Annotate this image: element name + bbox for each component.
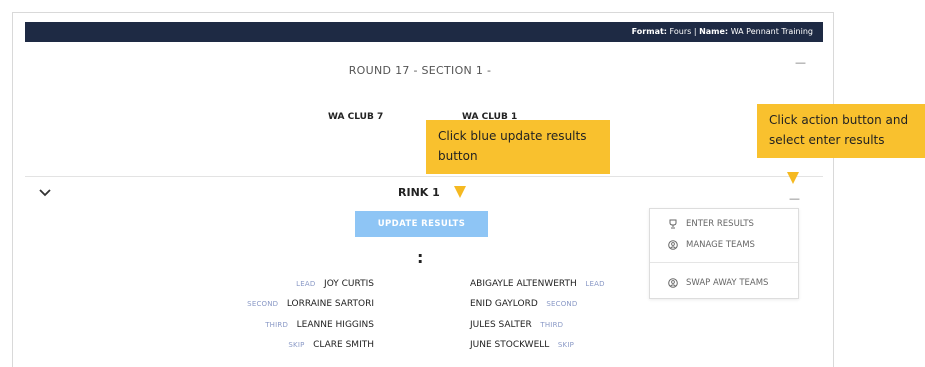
position-label: SKIP: [557, 341, 575, 349]
chevron-down-icon[interactable]: [38, 188, 52, 198]
format-label: Format:: [631, 27, 667, 36]
position-label: THIRD: [540, 321, 564, 329]
home-player-row: SECOND LORRAINE SARTORI: [247, 299, 374, 309]
user-circle-icon: [668, 278, 678, 288]
home-club-name: WA CLUB 7: [328, 112, 384, 122]
header-separator: |: [691, 27, 700, 36]
round-collapse-toggle[interactable]: —: [795, 56, 806, 69]
update-results-tooltip: Click blue update results button: [426, 120, 610, 174]
name-label: Name:: [699, 27, 729, 36]
player-name: JUNE STOCKWELL: [470, 340, 550, 350]
position-label: LEAD: [585, 280, 605, 288]
menu-item-label: SWAP AWAY TEAMS: [686, 278, 769, 288]
player-name: ABIGAYLE ALTENWERTH: [470, 279, 577, 289]
player-name: CLARE SMITH: [313, 340, 374, 350]
competition-header-bar: Format: Fours | Name: WA Pennant Trainin…: [25, 22, 823, 42]
menu-item-manage-teams[interactable]: MANAGE TEAMS: [668, 240, 755, 250]
player-name: ENID GAYLORD: [470, 299, 538, 309]
rink-title: RINK 1: [398, 186, 440, 199]
player-name: LORRAINE SARTORI: [286, 299, 374, 309]
menu-item-label: MANAGE TEAMS: [686, 240, 755, 250]
format-value: Fours: [669, 27, 692, 36]
section-divider: [25, 176, 823, 177]
position-label: LEAD: [296, 280, 316, 288]
action-button-tooltip: Click action button and select enter res…: [757, 104, 925, 158]
position-label: THIRD: [265, 321, 289, 329]
home-player-row: LEAD JOY CURTIS: [296, 279, 374, 289]
update-pointer-arrow: [454, 186, 466, 198]
menu-item-enter-results[interactable]: ENTER RESULTS: [668, 219, 754, 229]
player-name: JOY CURTIS: [324, 279, 374, 289]
name-value: WA Pennant Training: [730, 27, 813, 36]
action-menu: ENTER RESULTS MANAGE TEAMS SWAP AWAY TEA…: [649, 208, 799, 299]
away-player-row: ABIGAYLE ALTENWERTH LEAD: [470, 279, 605, 289]
menu-item-label: ENTER RESULTS: [686, 219, 754, 229]
user-circle-icon: [668, 240, 678, 250]
position-label: SECOND: [247, 300, 279, 308]
action-pointer-arrow: [787, 172, 799, 184]
away-player-row: ENID GAYLORD SECOND: [470, 299, 577, 309]
menu-divider: [650, 262, 798, 263]
home-player-row: SKIP CLARE SMITH: [288, 340, 374, 350]
score-separator: :: [417, 248, 424, 267]
position-label: SECOND: [546, 300, 578, 308]
menu-item-swap-away-teams[interactable]: SWAP AWAY TEAMS: [668, 278, 768, 288]
trophy-icon: [669, 219, 677, 229]
away-player-row: JUNE STOCKWELL SKIP: [470, 340, 574, 350]
away-player-row: JULES SALTER THIRD: [470, 320, 563, 330]
update-results-button[interactable]: UPDATE RESULTS: [355, 211, 488, 237]
round-title: ROUND 17 - SECTION 1 -: [348, 64, 492, 77]
player-name: LEANNE HIGGINS: [296, 320, 374, 330]
position-label: SKIP: [288, 341, 305, 349]
home-player-row: THIRD LEANNE HIGGINS: [265, 320, 374, 330]
player-name: JULES SALTER: [470, 320, 532, 330]
rink-action-button[interactable]: —: [789, 192, 800, 205]
